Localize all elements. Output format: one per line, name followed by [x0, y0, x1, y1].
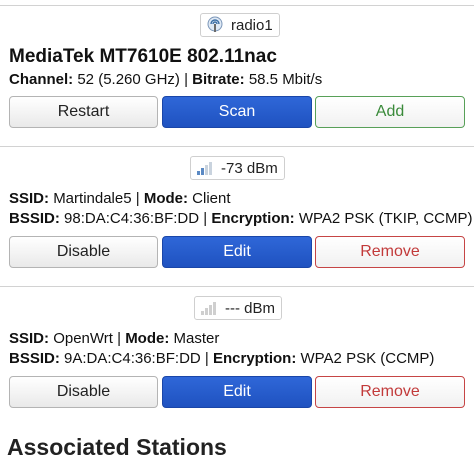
edit-button[interactable]: Edit	[162, 376, 312, 408]
top-divider	[0, 5, 474, 6]
signal-badge: --- dBm	[194, 296, 282, 320]
network-ssid-mode: SSID: OpenWrt | Mode: Master	[9, 330, 219, 347]
bssid-label: BSSID:	[9, 350, 60, 367]
bitrate-label: Bitrate:	[192, 71, 245, 88]
bssid-value: 9A:DA:C4:36:BF:DD	[64, 350, 201, 367]
restart-button[interactable]: Restart	[9, 96, 158, 128]
signal-value: --- dBm	[225, 299, 275, 317]
ssid-label: SSID:	[9, 330, 50, 347]
ssid-label: SSID:	[9, 190, 50, 207]
separator: |	[184, 71, 188, 88]
bssid-label: BSSID:	[9, 210, 60, 227]
mode-label: Mode:	[143, 190, 188, 207]
separator: |	[204, 350, 209, 367]
separator: |	[135, 190, 140, 207]
section-divider	[0, 146, 474, 147]
edit-button[interactable]: Edit	[162, 236, 312, 268]
encryption-label: Encryption:	[212, 350, 297, 367]
signal-value: -73 dBm	[221, 159, 278, 177]
separator: |	[203, 210, 208, 227]
disable-button[interactable]: Disable	[9, 236, 158, 268]
network-bssid-encryption: BSSID: 9A:DA:C4:36:BF:DD | Encryption: W…	[9, 350, 434, 367]
associated-stations-heading: Associated Stations	[7, 434, 227, 460]
mode-value: Master	[173, 330, 220, 347]
network-bssid-encryption: BSSID: 98:DA:C4:36:BF:DD | Encryption: W…	[9, 210, 473, 227]
signal-strength-icon	[195, 159, 215, 177]
add-button[interactable]: Add	[315, 96, 465, 128]
encryption-value: WPA2 PSK (TKIP, CCMP)	[298, 210, 473, 227]
mode-label: Mode:	[125, 330, 170, 347]
channel-value: 52 (5.260 GHz)	[77, 71, 180, 88]
disable-button[interactable]: Disable	[9, 376, 158, 408]
signal-none-icon	[199, 299, 219, 317]
bitrate-value: 58.5 Mbit/s	[248, 71, 323, 88]
remove-button[interactable]: Remove	[315, 376, 465, 408]
separator: |	[117, 330, 122, 347]
radio-name: radio1	[231, 16, 273, 34]
scan-button[interactable]: Scan	[162, 96, 312, 128]
encryption-value: WPA2 PSK (CCMP)	[300, 350, 435, 367]
encryption-label: Encryption:	[211, 210, 295, 227]
radio-badge: radio1	[200, 13, 280, 37]
remove-button[interactable]: Remove	[315, 236, 465, 268]
wifi-radio-icon	[205, 16, 225, 34]
bssid-value: 98:DA:C4:36:BF:DD	[64, 210, 200, 227]
device-name: MediaTek MT7610E 802.11nac	[9, 46, 277, 67]
channel-label: Channel:	[9, 71, 74, 88]
ssid-value: Martindale5	[53, 190, 132, 207]
signal-badge: -73 dBm	[190, 156, 285, 180]
radio-channel-info: Channel: 52 (5.260 GHz) | Bitrate: 58.5 …	[9, 71, 322, 88]
ssid-value: OpenWrt	[53, 330, 113, 347]
network-ssid-mode: SSID: Martindale5 | Mode: Client	[9, 190, 231, 207]
mode-value: Client	[192, 190, 231, 207]
section-divider	[0, 286, 474, 287]
